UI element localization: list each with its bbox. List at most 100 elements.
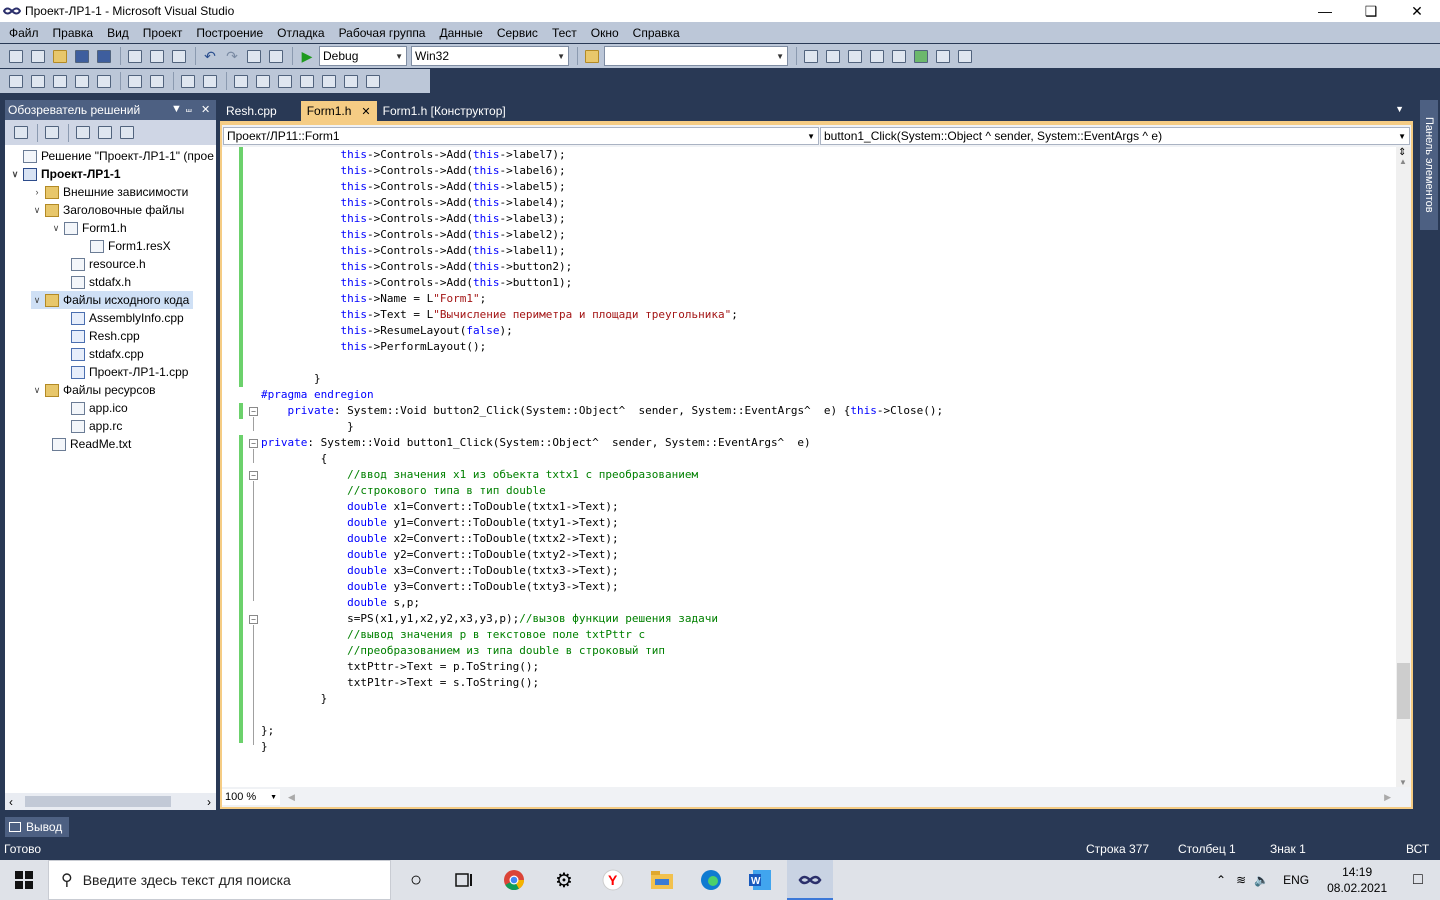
quick-info-icon[interactable]	[50, 71, 70, 91]
tree-node-resource-h[interactable]: resource.h	[69, 255, 146, 273]
undo-icon[interactable]: ↶	[200, 46, 220, 66]
solution-config-select[interactable]: Debug ▼	[319, 46, 407, 66]
tree-node-project[interactable]: ∨ Проект-ЛР1-1	[9, 165, 121, 183]
view-code-icon[interactable]	[117, 123, 137, 143]
close-panel-icon[interactable]: ✕	[201, 103, 210, 116]
scroll-right-icon[interactable]: ▶	[1384, 792, 1391, 803]
settings-gear-icon[interactable]: ⚙	[552, 868, 576, 892]
tree-node-main-cpp[interactable]: Проект-ЛР1-1.cpp	[69, 363, 188, 381]
expand-arrow-icon[interactable]: ›	[31, 187, 43, 197]
unindent-icon[interactable]	[200, 71, 220, 91]
solution-platform-select[interactable]: Win32 ▼	[411, 46, 569, 66]
menu-debug[interactable]: Отладка	[270, 26, 331, 40]
tree-node-solution[interactable]: Решение "Проект-ЛР1-1" (прое	[9, 147, 214, 165]
tree-node-stdafx-h[interactable]: stdafx.h	[69, 273, 131, 291]
input-language[interactable]: ENG	[1283, 873, 1309, 887]
visual-studio-taskbar-icon[interactable]	[798, 868, 822, 892]
toolbox-icon[interactable]	[867, 46, 887, 66]
extension-manager-icon[interactable]	[933, 46, 953, 66]
collapse-arrow-icon[interactable]: ∨	[9, 169, 21, 180]
scroll-thumb[interactable]	[25, 796, 171, 807]
chevron-up-icon[interactable]: ⌃	[1216, 873, 1226, 887]
chrome-icon[interactable]	[502, 868, 526, 892]
tree-node-form1-h[interactable]: ∨ Form1.h	[50, 219, 127, 237]
task-view-icon[interactable]	[452, 868, 476, 892]
scroll-thumb[interactable]	[1397, 663, 1410, 719]
menu-help[interactable]: Справка	[626, 26, 687, 40]
file-explorer-icon[interactable]	[650, 868, 674, 892]
collapse-arrow-icon[interactable]: ∨	[50, 223, 62, 234]
uncomment-icon[interactable]	[147, 71, 167, 91]
tree-node-app-ico[interactable]: app.ico	[69, 399, 128, 417]
fold-marker-icon[interactable]: −	[249, 615, 258, 624]
scroll-right-icon[interactable]: ›	[207, 795, 211, 809]
close-button[interactable]: ✕	[1394, 0, 1440, 22]
tree-node-stdafx-cpp[interactable]: stdafx.cpp	[69, 345, 144, 363]
properties-icon[interactable]	[11, 123, 31, 143]
toolbox-side-tab[interactable]: Панель элементов	[1420, 100, 1438, 230]
refresh-icon[interactable]	[73, 123, 93, 143]
member-list-icon[interactable]	[6, 71, 26, 91]
yandex-browser-icon[interactable]: Y	[601, 868, 625, 892]
fold-marker-icon[interactable]: −	[249, 439, 258, 448]
menu-data[interactable]: Данные	[432, 26, 489, 40]
prev-bookmark-icon[interactable]	[253, 71, 273, 91]
maximize-button[interactable]: ❑	[1348, 0, 1394, 22]
volume-icon[interactable]: 🔈	[1254, 873, 1269, 887]
tree-node-source-files[interactable]: ∨ Файлы исходного кода	[31, 291, 194, 309]
complete-word-icon[interactable]	[72, 71, 92, 91]
network-icon[interactable]: ≋	[1236, 873, 1246, 887]
class-dropdown[interactable]: Проект/ЛР11::Form1 ▼	[223, 127, 819, 145]
fold-marker-icon[interactable]: −	[249, 471, 258, 480]
outdent-icon[interactable]	[94, 71, 114, 91]
redo-icon[interactable]: ↷	[222, 46, 242, 66]
navigate-back-icon[interactable]	[244, 46, 264, 66]
close-tab-icon[interactable]: ✕	[361, 105, 370, 118]
menu-test[interactable]: Тест	[545, 26, 584, 40]
add-item-icon[interactable]	[28, 46, 48, 66]
tree-node-assemblyinfo-cpp[interactable]: AssemblyInfo.cpp	[69, 309, 184, 327]
scroll-down-icon[interactable]: ▼	[1399, 778, 1407, 787]
windows-start-icon[interactable]	[12, 868, 36, 892]
solution-explorer-icon[interactable]	[801, 46, 821, 66]
cortana-icon[interactable]: ○	[404, 868, 428, 892]
tree-node-readme[interactable]: ReadMe.txt	[50, 435, 131, 453]
comment-icon[interactable]	[125, 71, 145, 91]
paste-icon[interactable]	[169, 46, 189, 66]
tab-overflow-icon[interactable]: ▼	[1395, 104, 1404, 114]
menu-tools[interactable]: Сервис	[490, 26, 545, 40]
menu-build[interactable]: Построение	[189, 26, 270, 40]
indent-icon[interactable]	[178, 71, 198, 91]
toggle-bookmark-icon[interactable]	[231, 71, 251, 91]
find-combo[interactable]: ▼	[604, 46, 788, 66]
menu-edit[interactable]: Правка	[46, 26, 101, 40]
start-page-icon[interactable]	[911, 46, 931, 66]
properties-icon[interactable]	[823, 46, 843, 66]
object-browser-icon[interactable]	[845, 46, 865, 66]
find-in-files-icon[interactable]	[582, 46, 602, 66]
clock[interactable]: 14:19 08.02.2021	[1327, 864, 1387, 896]
window-layout-icon[interactable]	[955, 46, 975, 66]
menu-project[interactable]: Проект	[136, 26, 190, 40]
editor-vscrollbar[interactable]: ⇕ ▲ ▼	[1396, 147, 1411, 789]
save-icon[interactable]	[72, 46, 92, 66]
notifications-icon[interactable]: □	[1413, 871, 1423, 889]
next-bookmark-folder-icon[interactable]	[319, 71, 339, 91]
parameter-info-icon[interactable]	[28, 71, 48, 91]
fold-marker-icon[interactable]: −	[249, 407, 258, 416]
scroll-left-icon[interactable]: ◀	[288, 792, 295, 803]
member-dropdown[interactable]: button1_Click(System::Object ^ sender, S…	[820, 127, 1410, 145]
taskbar-search[interactable]: ⚲ Введите здесь текст для поиска	[48, 860, 391, 900]
code-area[interactable]: − − − − this->Controls->Add(this->label7…	[222, 147, 1396, 789]
collapse-arrow-icon[interactable]: ∨	[31, 205, 43, 216]
scroll-left-icon[interactable]: ‹	[9, 795, 13, 809]
panel-dropdown-icon[interactable]: ▼	[171, 103, 182, 115]
open-file-icon[interactable]	[50, 46, 70, 66]
collapse-arrow-icon[interactable]: ∨	[31, 385, 43, 396]
next-bookmark-icon[interactable]	[275, 71, 295, 91]
tools-icon[interactable]	[889, 46, 909, 66]
pin-icon[interactable]: ⧢	[186, 103, 192, 116]
zoom-select[interactable]: 100 % ▼	[222, 789, 280, 805]
tree-node-app-rc[interactable]: app.rc	[69, 417, 122, 435]
menu-team[interactable]: Рабочая группа	[332, 26, 433, 40]
